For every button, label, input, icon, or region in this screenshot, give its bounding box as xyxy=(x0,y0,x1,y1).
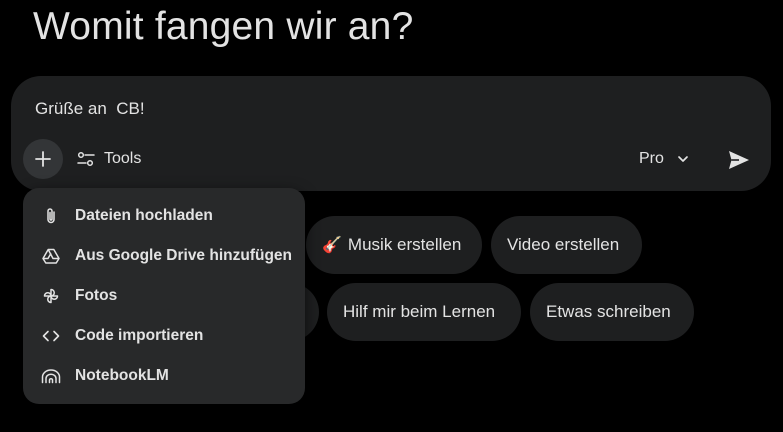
suggestion-chip-write[interactable]: Etwas schreiben xyxy=(530,283,694,341)
code-icon xyxy=(41,326,61,346)
suggestion-label: Etwas schreiben xyxy=(546,302,671,321)
menu-item-label: Fotos xyxy=(75,287,118,304)
menu-item-notebooklm[interactable]: NotebookLM xyxy=(23,356,305,396)
send-button[interactable] xyxy=(721,142,757,178)
menu-item-photos[interactable]: Fotos xyxy=(23,276,305,316)
prompt-composer: Grüße an CB! Tools Pro xyxy=(11,76,771,191)
notebooklm-icon xyxy=(41,366,61,386)
mode-selector[interactable]: Pro xyxy=(639,143,690,175)
menu-item-label: Code importieren xyxy=(75,327,204,344)
photos-icon xyxy=(41,286,61,306)
drive-icon xyxy=(41,246,61,266)
plus-icon xyxy=(33,149,53,169)
prompt-input[interactable]: Grüße an CB! xyxy=(35,98,145,120)
chevron-down-icon xyxy=(676,152,690,166)
suggestion-label: Musik erstellen xyxy=(347,235,462,254)
page: Womit fangen wir an? Grüße an CB! Tools xyxy=(0,0,783,432)
suggestion-chip-learn[interactable]: Hilf mir beim Lernen xyxy=(327,283,521,341)
page-title: Womit fangen wir an? xyxy=(33,5,414,48)
tools-label: Tools xyxy=(104,150,142,167)
suggestion-label: Video erstellen xyxy=(507,235,620,254)
guitar-icon: 🎸 xyxy=(322,237,342,254)
menu-item-google-drive[interactable]: Aus Google Drive hinzufügen xyxy=(23,236,305,276)
suggestion-label: Hilf mir beim Lernen xyxy=(343,302,496,321)
menu-item-import-code[interactable]: Code importieren xyxy=(23,316,305,356)
suggestion-chip-music[interactable]: 🎸 Musik erstellen xyxy=(306,216,482,274)
menu-item-label: Aus Google Drive hinzufügen xyxy=(75,247,293,264)
upload-menu: Dateien hochladen Aus Google Drive hinzu… xyxy=(23,188,305,404)
add-button[interactable] xyxy=(23,139,63,179)
tools-button[interactable]: Tools xyxy=(77,143,141,175)
menu-item-upload-files[interactable]: Dateien hochladen xyxy=(23,196,305,236)
menu-item-label: NotebookLM xyxy=(75,367,169,384)
mode-label: Pro xyxy=(639,150,664,167)
paperclip-icon xyxy=(41,206,61,226)
send-icon xyxy=(728,150,750,170)
tune-icon xyxy=(77,151,95,167)
suggestion-chip-video[interactable]: Video erstellen xyxy=(491,216,642,274)
menu-item-label: Dateien hochladen xyxy=(75,207,213,224)
